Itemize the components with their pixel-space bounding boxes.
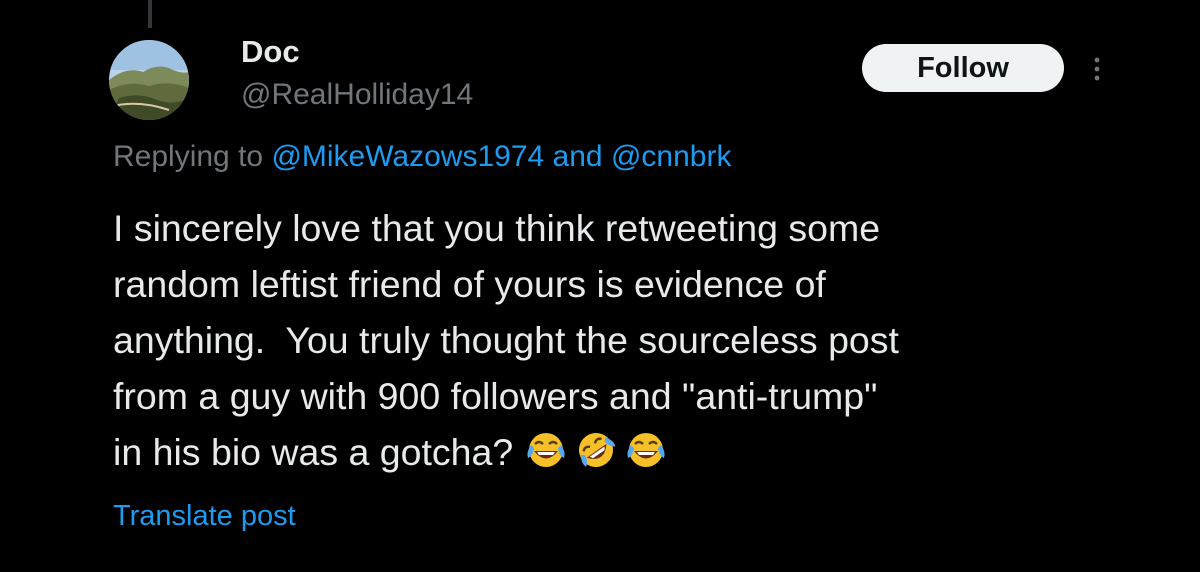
tweet-text-line-last: in his bio was a gotcha? [113,424,1173,480]
landscape-avatar-icon [109,40,189,120]
tweet-text: I sincerely love that you think retweeti… [113,200,1173,480]
mention-link-1[interactable]: @MikeWazows1974 [271,140,544,173]
replying-prefix: Replying to [113,140,272,173]
tears-of-joy-emoji-icon [524,428,568,472]
author-handle[interactable]: @RealHolliday14 [241,78,473,112]
tweet-text-line: anything. You truly thought the sourcele… [113,319,899,361]
rolling-on-floor-laughing-emoji-icon [574,428,618,472]
more-vertical-icon[interactable] [1082,54,1112,84]
author-display-name[interactable]: Doc [241,34,300,70]
replying-to-line: Replying to @MikeWazows1974 and @cnnbrk [113,140,731,174]
translate-post-link[interactable]: Translate post [113,500,296,533]
tweet-text-line: random leftist friend of yours is eviden… [113,263,826,305]
follow-button[interactable]: Follow [862,44,1064,92]
avatar[interactable] [109,40,189,120]
thread-connector-line [148,0,152,28]
mention-link-2[interactable]: @cnnbrk [611,140,732,173]
tweet-text-line: in his bio was a gotcha? [113,431,524,473]
replying-conjunction: and [544,140,611,173]
tweet-text-line: from a guy with 900 followers and "anti-… [113,375,878,417]
tears-of-joy-emoji-icon [624,428,668,472]
tweet-text-line: I sincerely love that you think retweeti… [113,207,881,249]
